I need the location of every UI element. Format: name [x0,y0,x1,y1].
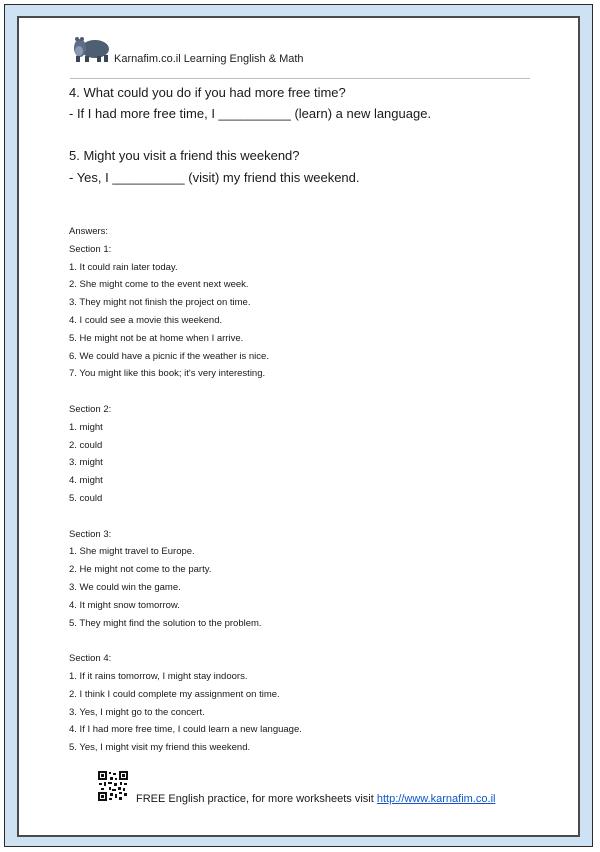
answer-section-title: Section 4: [69,653,112,665]
answers-title: Answers: [69,226,109,237]
answer-item: 1. If it rains tomorrow, I might stay in… [69,671,248,682]
hippo-icon [74,37,109,62]
answer-item: 2. He might not come to the party. [69,564,212,576]
answer-item: 1. might [69,421,103,433]
answer-item: 4. If I had more free time, I could lear… [69,724,302,736]
answer-item: 2. I think I could complete my assignmen… [69,688,280,700]
answer-item: 5. They might find the solution to the p… [69,617,262,629]
header-divider [70,78,530,79]
answer-item: 3. might [69,457,103,469]
answer-section-title: Section 2: [69,404,112,415]
answer-item: 1. She might travel to Europe. [69,546,195,558]
answer-item: 2. She might come to the event next week… [69,279,249,291]
karnafim-link[interactable]: http://www.karnafim.co.il [377,793,496,805]
question-5-prompt: 5. Might you visit a friend this weekend… [69,148,300,163]
question-4-answer-line: - If I had more free time, I __________ … [69,106,432,121]
qr-code-icon [98,771,128,801]
question-5-answer-line: - Yes, I __________ (visit) my friend th… [69,170,360,185]
answer-item: 5. could [69,493,103,504]
answer-item: 3. They might not finish the project on … [69,297,251,309]
answer-item: 4. I could see a movie this weekend. [69,315,223,326]
footer: FREE English practice, for more workshee… [136,793,495,805]
answer-item: 3. We could win the game. [69,582,181,593]
footer-text: FREE English practice, for more workshee… [136,793,377,805]
brand-title: Karnafim.co.il Learning English & Math [114,53,304,65]
answer-item: 5. Yes, I might visit my friend this wee… [69,742,251,754]
answer-item: 5. He might not be at home when I arrive… [69,332,244,344]
answer-item: 3. Yes, I might go to the concert. [69,706,205,718]
answer-item: 6. We could have a picnic if the weather… [69,350,269,362]
question-4-prompt: 4. What could you do if you had more fre… [69,85,346,100]
answer-item: 2. could [69,439,103,451]
answer-item: 4. might [69,475,103,487]
answer-item: 4. It might snow tomorrow. [69,599,180,611]
answer-item: 1. It could rain later today. [69,261,178,273]
answer-section-title: Section 3: [69,528,112,540]
answer-item: 7. You might like this book; it's very i… [69,368,266,380]
answer-section-title: Section 1: [69,243,112,255]
